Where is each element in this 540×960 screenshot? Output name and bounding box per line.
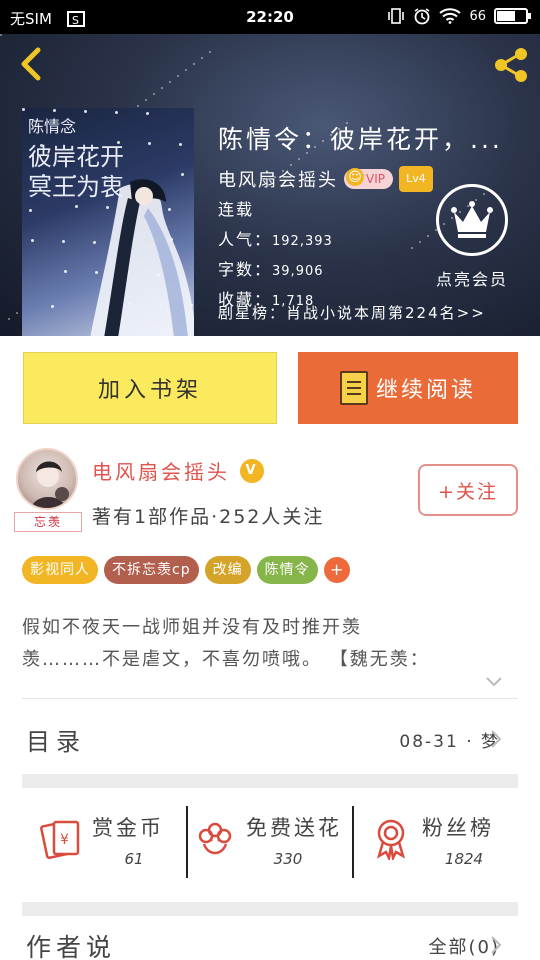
reward-coins-value: 61 bbox=[124, 850, 144, 868]
section-separator bbox=[22, 902, 518, 916]
vibrate-icon bbox=[388, 8, 405, 24]
author-name-row[interactable]: 电风扇会摇头 V bbox=[92, 456, 264, 485]
author-says-chevron-icon[interactable] bbox=[490, 935, 502, 955]
avatar-illustration bbox=[31, 461, 69, 508]
toc-chevron-icon[interactable] bbox=[490, 729, 502, 749]
verified-badge-icon: V bbox=[240, 458, 264, 483]
section-separator bbox=[22, 774, 518, 788]
book-cover[interactable]: 陈情念 彼岸花开 冥王为衷 bbox=[22, 108, 194, 336]
stat-separator bbox=[186, 806, 188, 878]
continue-reading-label: 继续阅读 bbox=[375, 378, 476, 403]
fan-ranking-title: 粉丝榜 bbox=[422, 816, 494, 840]
add-to-shelf-label: 加入书架 bbox=[97, 378, 202, 403]
tag-list: 影视同人 不拆忘羡cp 改编 陈情令 + bbox=[22, 556, 350, 584]
book-title: 陈情令：彼岸花开，... bbox=[218, 125, 503, 154]
battery-icon bbox=[494, 8, 531, 24]
tag-item[interactable]: 陈情令 bbox=[256, 556, 318, 584]
red-envelope-icon: ¥ bbox=[40, 820, 80, 860]
author-avatar[interactable] bbox=[16, 448, 78, 510]
tag-item[interactable]: 改编 bbox=[204, 556, 251, 584]
synopsis-line-1: 假如不夜天一战师姐并没有及时推开羡 bbox=[22, 617, 362, 638]
status-bar: 无SIM S 22:20 66 bbox=[0, 0, 540, 34]
flower-icon bbox=[198, 822, 232, 855]
svg-text:¥: ¥ bbox=[60, 832, 69, 848]
member-button[interactable]: 点亮会员 bbox=[422, 184, 522, 290]
fan-ranking[interactable]: 粉丝榜 1824 bbox=[370, 806, 510, 878]
vip-badge: VIP bbox=[344, 168, 393, 189]
add-tag-button[interactable]: + bbox=[323, 557, 350, 583]
back-arrow-icon[interactable] bbox=[14, 44, 50, 84]
author-stats: 著有1部作品·252人关注 bbox=[92, 506, 325, 528]
author-name: 电风扇会摇头 bbox=[92, 460, 230, 484]
header-author-name[interactable]: 电风扇会摇头 bbox=[218, 166, 338, 192]
book-icon bbox=[339, 371, 368, 405]
free-flower-title: 免费送花 bbox=[246, 816, 342, 840]
continue-reading-button[interactable]: 继续阅读 bbox=[298, 352, 518, 424]
free-flower[interactable]: 免费送花 330 bbox=[194, 806, 344, 878]
popularity-value: 192,393 bbox=[272, 234, 333, 249]
toc-latest-chapter[interactable]: 08-31 · 梦 bbox=[399, 727, 500, 752]
share-icon[interactable] bbox=[492, 46, 530, 84]
member-label: 点亮会员 bbox=[435, 270, 508, 289]
fan-ranking-value: 1824 bbox=[444, 850, 484, 868]
expand-chevron-icon[interactable] bbox=[484, 674, 504, 690]
word-count-value: 39,906 bbox=[272, 264, 324, 279]
reward-coins[interactable]: ¥ 赏金币 61 bbox=[40, 806, 180, 878]
rank-link[interactable]: 剧星榜：肖战小说本周第224名>> bbox=[218, 302, 486, 323]
avatar-tag: 忘羡 bbox=[14, 512, 82, 532]
alarm-icon bbox=[415, 8, 430, 25]
cover-line-1: 陈情念 bbox=[28, 117, 77, 136]
free-flower-value: 330 bbox=[273, 850, 303, 868]
reward-coins-title: 赏金币 bbox=[92, 816, 164, 840]
synopsis[interactable]: 假如不夜天一战师姐并没有及时推开羡 羡………不是虐文，不喜勿喷哦。 【魏无羡： bbox=[22, 612, 522, 676]
crown-icon bbox=[451, 201, 493, 238]
award-medal-icon bbox=[376, 819, 406, 860]
tag-item[interactable]: 不拆忘羡cp bbox=[104, 556, 199, 584]
author-says-title[interactable]: 作者说 bbox=[26, 928, 116, 960]
stat-separator bbox=[352, 806, 354, 878]
cover-illustration bbox=[90, 179, 194, 336]
tag-item[interactable]: 影视同人 bbox=[22, 556, 98, 584]
battery-percent: 66 bbox=[469, 8, 486, 24]
wifi-icon bbox=[439, 8, 462, 24]
synopsis-line-2: 羡………不是虐文，不喜勿喷哦。 【魏无羡： bbox=[22, 649, 430, 670]
add-to-shelf-button[interactable]: 加入书架 bbox=[23, 352, 277, 424]
toc-title[interactable]: 目录 bbox=[26, 722, 86, 757]
divider bbox=[22, 698, 518, 699]
follow-button[interactable]: +关注 bbox=[418, 464, 518, 516]
book-header: 陈情念 彼岸花开 冥王为衷 陈情令：彼岸花开，... 电风扇会摇头 VIP Lv… bbox=[0, 34, 540, 336]
